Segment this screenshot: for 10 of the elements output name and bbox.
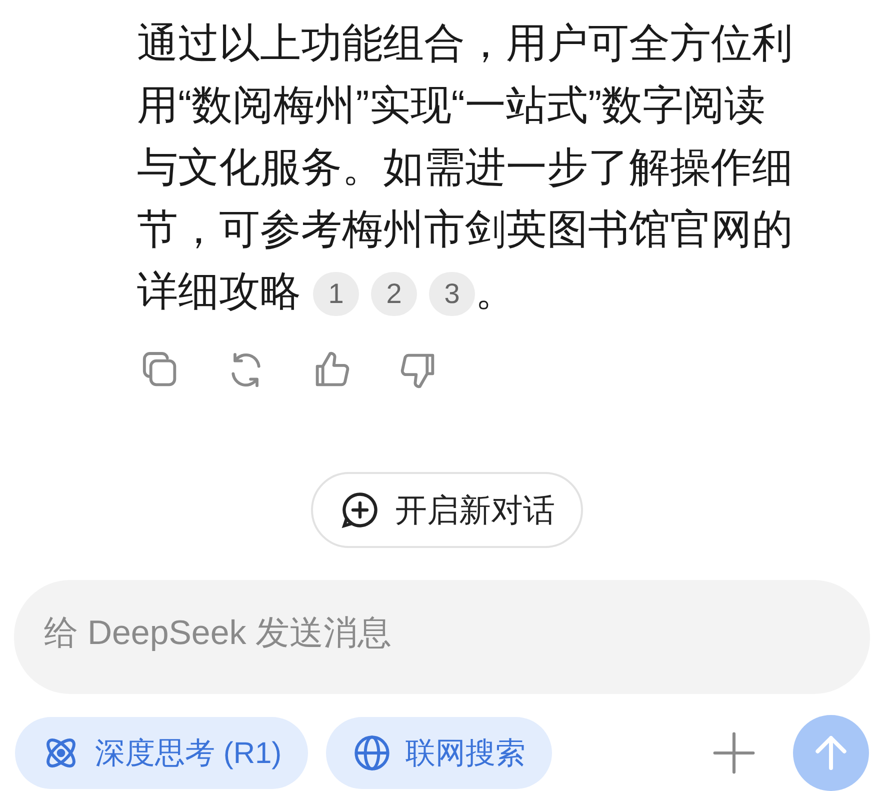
citation-link[interactable]: 2 (371, 272, 417, 316)
message-input[interactable]: 给 DeepSeek 发送消息 (14, 580, 870, 694)
new-chat-button[interactable]: 开启新对话 (311, 472, 583, 548)
citation-link[interactable]: 3 (429, 272, 475, 316)
mode-toggle[interactable]: 深度思考 (R1) (15, 717, 308, 789)
plus-icon[interactable] (711, 730, 757, 776)
mode-toggle[interactable]: 联网搜索 (326, 717, 552, 789)
answer-paragraph: 通过以上功能组合，用户可全方位利用“数阅梅州”实现“一站式”数字阅读与文化服务。如需进一步了解操作细节，可参考梅州市剑英图书馆官网的详细攻略 1 2 3 。 (137, 12, 799, 322)
citation-link[interactable]: 1 (313, 272, 359, 316)
globe-icon (352, 733, 392, 773)
